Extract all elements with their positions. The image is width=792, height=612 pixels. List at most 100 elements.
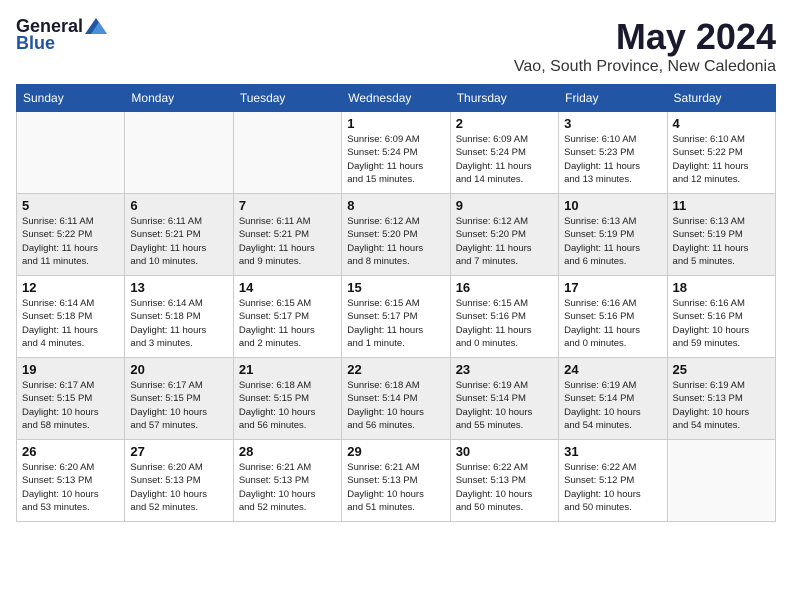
table-row [125,112,233,194]
day-number: 30 [456,444,553,459]
calendar-week-row: 5Sunrise: 6:11 AM Sunset: 5:22 PM Daylig… [17,194,776,276]
table-row: 2 Sunrise: 6:09 AM Sunset: 5:24 PM Daylig… [450,112,558,194]
day-number: 15 [347,280,444,295]
day-number: 10 [564,198,661,213]
day-info: Sunrise: 6:13 AM Sunset: 5:19 PM Dayligh… [564,215,661,268]
table-row: 15 Sunrise: 6:15 AM Sunset: 5:17 PM Dayli… [342,276,450,358]
day-info: Sunrise: 6:19 AM Sunset: 5:14 PM Dayligh… [456,379,553,432]
day-info: Sunrise: 6:22 AM Sunset: 5:13 PM Dayligh… [456,461,553,514]
day-info: Sunrise: 6:20 AM Sunset: 5:13 PM Dayligh… [22,461,119,514]
table-row: 22 Sunrise: 6:18 AM Sunset: 5:14 PM Dayli… [342,358,450,440]
day-number: 2 [456,116,553,131]
day-info: Sunrise: 6:10 AM Sunset: 5:22 PM Dayligh… [673,133,770,186]
table-row: 6Sunrise: 6:11 AM Sunset: 5:21 PM Daylig… [125,194,233,276]
table-row: 17 Sunrise: 6:16 AM Sunset: 5:16 PM Dayli… [559,276,667,358]
table-row: 27 Sunrise: 6:20 AM Sunset: 5:13 PM Dayli… [125,440,233,522]
day-number: 17 [564,280,661,295]
calendar-week-row: 1 Sunrise: 6:09 AM Sunset: 5:24 PM Daylig… [17,112,776,194]
col-tuesday: Tuesday [233,85,341,112]
day-info: Sunrise: 6:15 AM Sunset: 5:17 PM Dayligh… [347,297,444,350]
page-header: General Blue May 2024 Vao, South Provinc… [16,16,776,76]
col-saturday: Saturday [667,85,775,112]
day-info: Sunrise: 6:11 AM Sunset: 5:22 PM Dayligh… [22,215,119,268]
day-number: 4 [673,116,770,131]
day-info: Sunrise: 6:15 AM Sunset: 5:17 PM Dayligh… [239,297,336,350]
col-wednesday: Wednesday [342,85,450,112]
col-friday: Friday [559,85,667,112]
table-row: 1Sunrise: 6:09 AM Sunset: 5:24 PM Daylig… [342,112,450,194]
table-row: 26 Sunrise: 6:20 AM Sunset: 5:13 PM Dayli… [17,440,125,522]
day-number: 7 [239,198,336,213]
day-number: 25 [673,362,770,377]
day-number: 9 [456,198,553,213]
table-row: 4 Sunrise: 6:10 AM Sunset: 5:22 PM Daylig… [667,112,775,194]
day-number: 18 [673,280,770,295]
col-sunday: Sunday [17,85,125,112]
day-info: Sunrise: 6:21 AM Sunset: 5:13 PM Dayligh… [239,461,336,514]
day-info: Sunrise: 6:18 AM Sunset: 5:15 PM Dayligh… [239,379,336,432]
logo: General Blue [16,16,107,54]
table-row: 31 Sunrise: 6:22 AM Sunset: 5:12 PM Dayli… [559,440,667,522]
table-row: 19 Sunrise: 6:17 AM Sunset: 5:15 PM Dayli… [17,358,125,440]
day-info: Sunrise: 6:18 AM Sunset: 5:14 PM Dayligh… [347,379,444,432]
day-info: Sunrise: 6:19 AM Sunset: 5:13 PM Dayligh… [673,379,770,432]
col-monday: Monday [125,85,233,112]
day-number: 20 [130,362,227,377]
table-row: 12Sunrise: 6:14 AM Sunset: 5:18 PM Dayli… [17,276,125,358]
table-row: 16Sunrise: 6:15 AM Sunset: 5:16 PM Dayli… [450,276,558,358]
table-row: 10 Sunrise: 6:13 AM Sunset: 5:19 PM Dayli… [559,194,667,276]
table-row: 20Sunrise: 6:17 AM Sunset: 5:15 PM Dayli… [125,358,233,440]
day-info: Sunrise: 6:11 AM Sunset: 5:21 PM Dayligh… [130,215,227,268]
col-thursday: Thursday [450,85,558,112]
day-number: 31 [564,444,661,459]
calendar-week-row: 12Sunrise: 6:14 AM Sunset: 5:18 PM Dayli… [17,276,776,358]
day-number: 13 [130,280,227,295]
day-number: 3 [564,116,661,131]
day-info: Sunrise: 6:12 AM Sunset: 5:20 PM Dayligh… [347,215,444,268]
day-info: Sunrise: 6:16 AM Sunset: 5:16 PM Dayligh… [564,297,661,350]
day-info: Sunrise: 6:20 AM Sunset: 5:13 PM Dayligh… [130,461,227,514]
day-info: Sunrise: 6:10 AM Sunset: 5:23 PM Dayligh… [564,133,661,186]
day-info: Sunrise: 6:09 AM Sunset: 5:24 PM Dayligh… [456,133,553,186]
table-row: 28 Sunrise: 6:21 AM Sunset: 5:13 PM Dayli… [233,440,341,522]
day-number: 29 [347,444,444,459]
day-number: 22 [347,362,444,377]
month-year: May 2024 [514,16,776,58]
day-info: Sunrise: 6:22 AM Sunset: 5:12 PM Dayligh… [564,461,661,514]
day-info: Sunrise: 6:17 AM Sunset: 5:15 PM Dayligh… [22,379,119,432]
day-number: 26 [22,444,119,459]
table-row: 8Sunrise: 6:12 AM Sunset: 5:20 PM Daylig… [342,194,450,276]
table-row [233,112,341,194]
calendar-table: Sunday Monday Tuesday Wednesday Thursday… [16,84,776,522]
table-row: 23 Sunrise: 6:19 AM Sunset: 5:14 PM Dayli… [450,358,558,440]
table-row [667,440,775,522]
table-row: 7 Sunrise: 6:11 AM Sunset: 5:21 PM Daylig… [233,194,341,276]
location: Vao, South Province, New Caledonia [514,58,776,76]
day-number: 1 [347,116,444,131]
day-info: Sunrise: 6:11 AM Sunset: 5:21 PM Dayligh… [239,215,336,268]
day-number: 23 [456,362,553,377]
day-number: 24 [564,362,661,377]
day-number: 16 [456,280,553,295]
day-info: Sunrise: 6:19 AM Sunset: 5:14 PM Dayligh… [564,379,661,432]
table-row: 3 Sunrise: 6:10 AM Sunset: 5:23 PM Daylig… [559,112,667,194]
day-number: 28 [239,444,336,459]
table-row: 29 Sunrise: 6:21 AM Sunset: 5:13 PM Dayli… [342,440,450,522]
table-row: 11Sunrise: 6:13 AM Sunset: 5:19 PM Dayli… [667,194,775,276]
table-row: 5Sunrise: 6:11 AM Sunset: 5:22 PM Daylig… [17,194,125,276]
day-info: Sunrise: 6:13 AM Sunset: 5:19 PM Dayligh… [673,215,770,268]
day-number: 19 [22,362,119,377]
day-info: Sunrise: 6:14 AM Sunset: 5:18 PM Dayligh… [130,297,227,350]
calendar-week-row: 26 Sunrise: 6:20 AM Sunset: 5:13 PM Dayli… [17,440,776,522]
table-row: 14Sunrise: 6:15 AM Sunset: 5:17 PM Dayli… [233,276,341,358]
calendar-header-row: Sunday Monday Tuesday Wednesday Thursday… [17,85,776,112]
table-row: 9Sunrise: 6:12 AM Sunset: 5:20 PM Daylig… [450,194,558,276]
day-info: Sunrise: 6:14 AM Sunset: 5:18 PM Dayligh… [22,297,119,350]
day-info: Sunrise: 6:16 AM Sunset: 5:16 PM Dayligh… [673,297,770,350]
day-number: 21 [239,362,336,377]
calendar-week-row: 19 Sunrise: 6:17 AM Sunset: 5:15 PM Dayli… [17,358,776,440]
day-info: Sunrise: 6:21 AM Sunset: 5:13 PM Dayligh… [347,461,444,514]
table-row: 18 Sunrise: 6:16 AM Sunset: 5:16 PM Dayli… [667,276,775,358]
table-row: 13 Sunrise: 6:14 AM Sunset: 5:18 PM Dayli… [125,276,233,358]
day-number: 27 [130,444,227,459]
